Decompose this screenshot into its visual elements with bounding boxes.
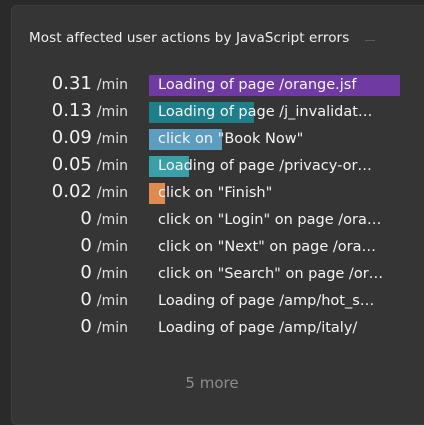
- error-rate-value: 0: [80, 262, 92, 283]
- error-rate: 0/min: [80, 316, 128, 343]
- widget-header: Most affected user actions by JavaScript…: [29, 30, 376, 46]
- header-divider: [365, 39, 376, 41]
- user-action-row[interactable]: 0/min Loading of page /amp/hot_s…: [0, 289, 424, 316]
- error-rate-unit: /min: [96, 185, 128, 201]
- error-rate-value: 0: [80, 208, 92, 229]
- user-action-row[interactable]: 0.09/min click on "Book Now": [0, 127, 424, 154]
- user-action-row[interactable]: 0.05/min Loading of page /privacy-or…: [0, 154, 424, 181]
- user-action-label[interactable]: Loading of page /j_invalidat…: [158, 100, 393, 127]
- user-action-label[interactable]: Loading of page /privacy-or…: [158, 154, 393, 181]
- error-rate-unit: /min: [96, 239, 128, 255]
- error-rate-value: 0.09: [51, 127, 92, 148]
- error-rate: 0.02/min: [52, 181, 128, 208]
- error-rate: 0/min: [80, 208, 128, 235]
- error-rate-unit: /min: [96, 266, 128, 282]
- error-rate-unit: /min: [96, 77, 128, 93]
- error-rate-unit: /min: [96, 293, 128, 309]
- error-rate: 0.31/min: [52, 73, 128, 100]
- error-rate: 0/min: [80, 262, 128, 289]
- user-action-label[interactable]: click on "Login" on page /ora…: [158, 208, 393, 235]
- user-action-label[interactable]: click on "Search" on page /or…: [158, 262, 393, 289]
- error-rate-value: 0: [80, 235, 92, 256]
- error-rate: 0/min: [80, 235, 128, 262]
- error-rate-value: 0: [80, 316, 92, 337]
- user-action-list: 0.31/min Loading of page /orange.jsf 0.13/…: [0, 73, 424, 343]
- error-rate-unit: /min: [96, 104, 128, 120]
- error-rate-value: 0.05: [51, 154, 92, 175]
- error-rate-unit: /min: [96, 158, 128, 174]
- user-action-label[interactable]: click on "Next" on page /ora…: [158, 235, 393, 262]
- user-action-row[interactable]: 0.02/min click on "Finish": [0, 181, 424, 208]
- user-action-label[interactable]: Loading of page /amp/hot_s…: [158, 289, 393, 316]
- user-action-row[interactable]: 0/min click on "Login" on page /ora…: [0, 208, 424, 235]
- error-rate-unit: /min: [96, 320, 128, 336]
- user-action-label[interactable]: Loading of page /orange.jsf: [158, 73, 393, 100]
- error-rate: 0.13/min: [52, 100, 128, 127]
- user-action-label[interactable]: Loading of page /amp/italy/: [158, 316, 393, 343]
- error-rate-value: 0.02: [51, 181, 92, 202]
- user-action-row[interactable]: 0/min click on "Next" on page /ora…: [0, 235, 424, 262]
- error-rate: 0.09/min: [52, 127, 128, 154]
- error-rate-value: 0.13: [51, 100, 92, 121]
- error-rate: 0/min: [80, 289, 128, 316]
- user-action-label[interactable]: click on "Finish": [158, 181, 393, 208]
- user-action-label[interactable]: click on "Book Now": [158, 127, 393, 154]
- user-action-row[interactable]: 0/min click on "Search" on page /or…: [0, 262, 424, 289]
- error-rate-value: 0: [80, 289, 92, 310]
- user-action-row[interactable]: 0/min Loading of page /amp/italy/: [0, 316, 424, 343]
- error-rate-unit: /min: [96, 212, 128, 228]
- user-action-row[interactable]: 0.13/min Loading of page /j_invalidat…: [0, 100, 424, 127]
- widget-title: Most affected user actions by JavaScript…: [29, 30, 350, 46]
- show-more-link[interactable]: 5 more: [0, 374, 424, 392]
- error-rate: 0.05/min: [52, 154, 128, 181]
- error-rate-unit: /min: [96, 131, 128, 147]
- user-action-row[interactable]: 0.31/min Loading of page /orange.jsf: [0, 73, 424, 100]
- error-rate-value: 0.31: [51, 73, 92, 94]
